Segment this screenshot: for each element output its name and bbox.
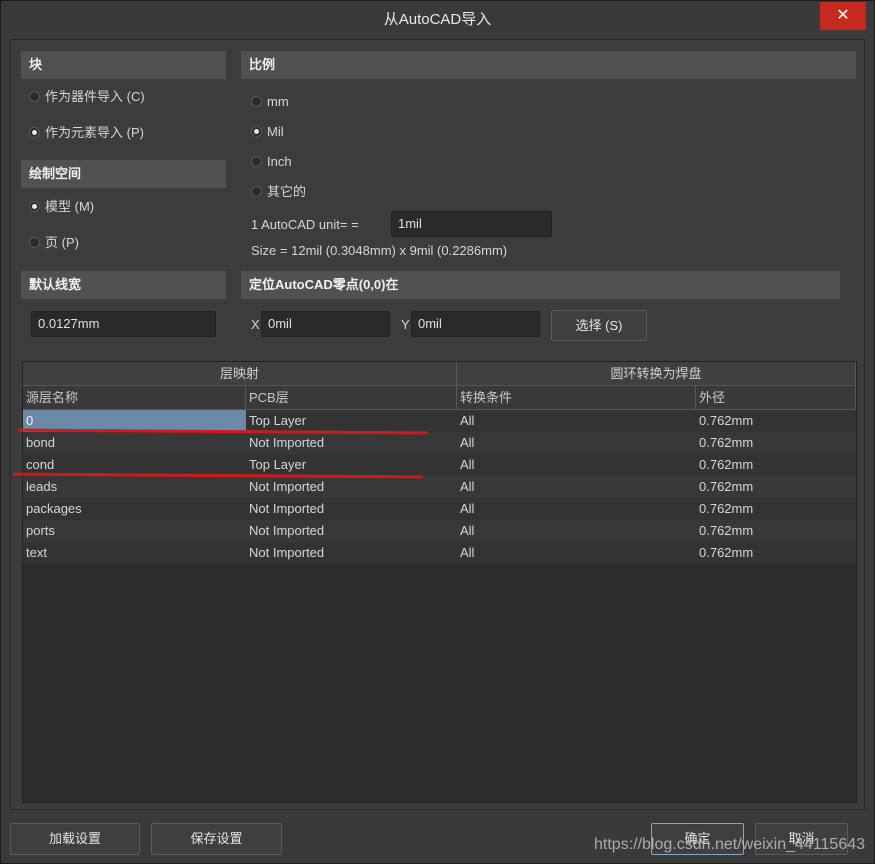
group-header-layer-mapping: 层映射 [23, 362, 457, 386]
cell-pcb-layer[interactable]: Not Imported [246, 542, 457, 564]
drawspace-header: 绘制空间 [21, 160, 226, 188]
linewidth-input[interactable]: 0.0127mm [31, 311, 216, 337]
cell-pcb-layer[interactable]: Not Imported [246, 432, 457, 454]
radio-dot-icon [251, 126, 262, 137]
cell-pcb-layer[interactable]: Top Layer [246, 454, 457, 476]
radio-dot-icon [29, 127, 40, 138]
cell-source-layer[interactable]: ports [23, 520, 246, 542]
radio-label: 作为元素导入 (P) [45, 125, 144, 140]
cell-condition[interactable]: All [457, 410, 696, 432]
radio-label: 模型 (M) [45, 199, 95, 214]
unit-label: 1 AutoCAD unit= = [251, 217, 359, 232]
radio-paper-space[interactable]: 页 (P) [29, 233, 79, 253]
cell-condition[interactable]: All [457, 542, 696, 564]
radio-dot-icon [251, 156, 262, 167]
radio-label: Inch [267, 154, 292, 169]
radio-scale-mm[interactable]: mm [251, 92, 289, 112]
cell-condition[interactable]: All [457, 454, 696, 476]
linewidth-header: 默认线宽 [21, 271, 226, 299]
radio-label: Mil [267, 124, 284, 139]
radio-label: 作为器件导入 (C) [45, 89, 145, 104]
watermark-text: https://blog.csdn.net/weixin_44115643 [594, 836, 866, 853]
cell-source-layer[interactable]: leads [23, 476, 246, 498]
close-button[interactable]: ✕ [820, 2, 866, 30]
table-row[interactable]: text Not Imported All 0.762mm [23, 542, 856, 564]
origin-y-input[interactable]: 0mil [411, 311, 540, 337]
cell-condition[interactable]: All [457, 432, 696, 454]
radio-label: 其它的 [267, 184, 307, 199]
cell-diameter[interactable]: 0.762mm [696, 432, 856, 454]
block-header: 块 [21, 51, 226, 79]
origin-header: 定位AutoCAD零点(0,0)在 [241, 271, 840, 299]
radio-import-as-component[interactable]: 作为器件导入 (C) [29, 87, 145, 107]
select-origin-button[interactable]: 选择 (S) [551, 310, 647, 341]
radio-import-as-primitive[interactable]: 作为元素导入 (P) [29, 123, 144, 143]
cell-source-layer[interactable]: text [23, 542, 246, 564]
dialog-body: 块 作为器件导入 (C) 作为元素导入 (P) 绘制空间 模型 (M) 页 (P… [10, 39, 865, 810]
cell-diameter[interactable]: 0.762mm [696, 476, 856, 498]
table-row[interactable]: packages Not Imported All 0.762mm [23, 498, 856, 520]
radio-scale-inch[interactable]: Inch [251, 152, 292, 172]
radio-scale-mil[interactable]: Mil [251, 122, 284, 142]
cell-source-layer[interactable]: packages [23, 498, 246, 520]
cell-diameter[interactable]: 0.762mm [696, 520, 856, 542]
column-header-source-layer[interactable]: 源层名称 [23, 386, 246, 410]
dialog-title: 从AutoCAD导入 [1, 1, 874, 39]
column-header-condition[interactable]: 转换条件 [457, 386, 696, 410]
table-row[interactable]: leads Not Imported All 0.762mm [23, 476, 856, 498]
unit-input[interactable]: 1mil [391, 211, 552, 237]
table-row[interactable]: ports Not Imported All 0.762mm [23, 520, 856, 542]
scale-header: 比例 [241, 51, 856, 79]
cell-pcb-layer[interactable]: Top Layer [246, 410, 457, 432]
radio-label: mm [267, 94, 289, 109]
origin-x-label: X [251, 317, 260, 332]
cell-pcb-layer[interactable]: Not Imported [246, 520, 457, 542]
save-settings-button[interactable]: 保存设置 [151, 823, 282, 855]
load-settings-button[interactable]: 加载设置 [10, 823, 140, 855]
radio-dot-icon [29, 201, 40, 212]
import-dialog: 从AutoCAD导入 ✕ 块 作为器件导入 (C) 作为元素导入 (P) 绘制空… [0, 0, 875, 864]
radio-dot-icon [29, 91, 40, 102]
origin-x-input[interactable]: 0mil [261, 311, 390, 337]
table-row[interactable]: bond Not Imported All 0.762mm [23, 432, 856, 454]
cell-pcb-layer[interactable]: Not Imported [246, 476, 457, 498]
group-header-pad-conversion: 圆环转换为焊盘 [457, 362, 856, 386]
cell-condition[interactable]: All [457, 498, 696, 520]
column-header-pcb-layer[interactable]: PCB层 [246, 386, 457, 410]
cell-source-layer[interactable]: bond [23, 432, 246, 454]
cell-condition[interactable]: All [457, 520, 696, 542]
radio-scale-other[interactable]: 其它的 [251, 182, 306, 202]
radio-dot-icon [251, 186, 262, 197]
cell-diameter[interactable]: 0.762mm [696, 410, 856, 432]
cell-pcb-layer[interactable]: Not Imported [246, 498, 457, 520]
radio-label: 页 (P) [45, 235, 79, 250]
cell-diameter[interactable]: 0.762mm [696, 542, 856, 564]
cell-diameter[interactable]: 0.762mm [696, 498, 856, 520]
layer-mapping-table: 层映射 圆环转换为焊盘 源层名称 PCB层 转换条件 外径 0 Top Laye… [22, 361, 857, 803]
origin-y-label: Y [401, 317, 410, 332]
size-readout: Size = 12mil (0.3048mm) x 9mil (0.2286mm… [251, 243, 508, 258]
column-header-diameter[interactable]: 外径 [696, 386, 856, 410]
cell-diameter[interactable]: 0.762mm [696, 454, 856, 476]
cell-condition[interactable]: All [457, 476, 696, 498]
radio-dot-icon [29, 237, 40, 248]
radio-model-space[interactable]: 模型 (M) [29, 197, 94, 217]
radio-dot-icon [251, 96, 262, 107]
